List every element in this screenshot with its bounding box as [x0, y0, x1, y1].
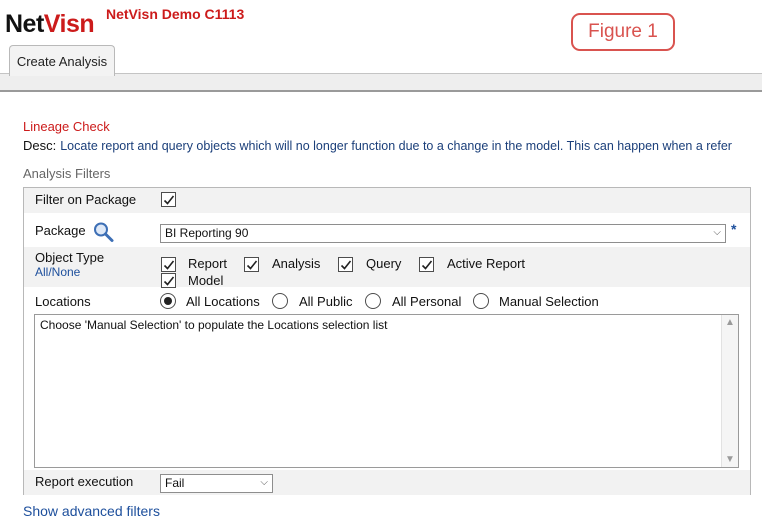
- analysis-filters-panel: Filter on Package Package BI Reporting 9…: [23, 187, 751, 495]
- all-locations-radio[interactable]: [160, 293, 176, 309]
- manual-selection-radio[interactable]: [473, 293, 489, 309]
- query-label: Query: [366, 256, 402, 271]
- checkmark-icon: [163, 260, 175, 270]
- triangle-up-icon[interactable]: ▲: [725, 317, 735, 328]
- active-report-label: Active Report: [447, 256, 526, 271]
- report-execution-label: Report execution: [35, 474, 134, 489]
- checkmark-icon: [340, 260, 352, 270]
- show-advanced-filters-link[interactable]: Show advanced filters: [23, 503, 160, 519]
- locations-selection-list[interactable]: Choose 'Manual Selection' to populate th…: [34, 314, 739, 468]
- package-select[interactable]: BI Reporting 90 ⌵: [160, 224, 726, 243]
- report-execution-value: Fail: [165, 476, 185, 490]
- chevron-down-icon: ⌵: [713, 227, 721, 238]
- model-checkbox[interactable]: [161, 273, 176, 288]
- desc-label: Desc:: [23, 138, 57, 153]
- analysis-checkbox[interactable]: [244, 257, 259, 272]
- checkmark-icon: [163, 276, 175, 286]
- magnifier-icon[interactable]: [92, 221, 116, 243]
- locations-label: Locations: [35, 294, 91, 309]
- filter-on-package-label: Filter on Package: [35, 192, 137, 207]
- model-label: Model: [188, 273, 224, 288]
- report-checkbox[interactable]: [161, 257, 176, 272]
- required-marker: *: [731, 221, 737, 237]
- locations-list-hint: Choose 'Manual Selection' to populate th…: [40, 318, 388, 332]
- package-label: Package: [35, 223, 86, 238]
- active-report-checkbox[interactable]: [419, 257, 434, 272]
- all-locations-label: All Locations: [186, 294, 260, 309]
- object-type-label: Object Type: [35, 250, 105, 265]
- netvisn-logo: NetVisn: [5, 10, 95, 38]
- checkmark-icon: [163, 195, 175, 205]
- manual-selection-label: Manual Selection: [499, 294, 599, 309]
- analysis-name: Lineage Check: [23, 119, 110, 134]
- all-personal-label: All Personal: [392, 294, 462, 309]
- query-checkbox[interactable]: [338, 257, 353, 272]
- filter-on-package-checkbox[interactable]: [161, 192, 176, 207]
- analysis-description: Desc: Locate report and query objects whi…: [23, 138, 732, 153]
- all-none-link[interactable]: All/None: [35, 265, 80, 279]
- chevron-down-icon: ⌵: [260, 477, 268, 488]
- all-personal-radio[interactable]: [365, 293, 381, 309]
- locations-list-scrollbar[interactable]: ▲ ▼: [721, 315, 738, 467]
- checkmark-icon: [421, 260, 433, 270]
- triangle-down-icon[interactable]: ▼: [725, 454, 735, 465]
- checkmark-icon: [246, 260, 258, 270]
- demo-title: NetVisn Demo C1113: [106, 6, 245, 22]
- package-select-value: BI Reporting 90: [165, 226, 249, 240]
- desc-text: Locate report and query objects which wi…: [60, 139, 732, 153]
- figure-label: Figure 1: [571, 13, 675, 51]
- all-public-radio[interactable]: [272, 293, 288, 309]
- tab-create-analysis[interactable]: Create Analysis: [9, 45, 115, 76]
- analysis-label: Analysis: [272, 256, 321, 271]
- all-public-label: All Public: [299, 294, 353, 309]
- report-label: Report: [188, 256, 228, 271]
- analysis-filters-heading: Analysis Filters: [23, 166, 111, 181]
- report-execution-select[interactable]: Fail ⌵: [160, 474, 273, 493]
